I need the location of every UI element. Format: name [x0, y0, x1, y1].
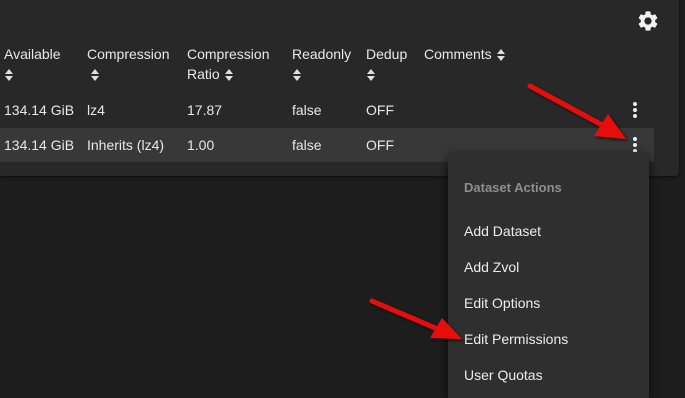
- cell-dedup: OFF: [366, 102, 394, 118]
- cell-compression: lz4: [87, 102, 105, 118]
- table-row[interactable]: 134.14 GiB lz4 17.87 false OFF: [0, 93, 654, 127]
- sort-icon[interactable]: [224, 68, 234, 82]
- sort-icon[interactable]: [4, 68, 14, 82]
- cell-readonly: false: [292, 102, 322, 118]
- column-header-readonly[interactable]: Readonly: [292, 44, 351, 84]
- column-header-label: Compression: [187, 46, 270, 62]
- cell-readonly: false: [292, 137, 322, 153]
- menu-item-label: User Quotas: [464, 367, 543, 383]
- menu-item-user-quotas[interactable]: User Quotas: [448, 357, 649, 393]
- menu-title: Dataset Actions: [464, 180, 562, 195]
- column-header-label: Comments: [424, 46, 492, 62]
- dataset-actions-menu: Dataset Actions Add Dataset Add Zvol Edi…: [448, 152, 649, 398]
- menu-item-edit-permissions[interactable]: Edit Permissions: [448, 321, 649, 357]
- cell-compression-ratio: 1.00: [187, 137, 215, 153]
- cell-compression: Inherits (lz4): [87, 137, 165, 153]
- column-header-label: Dedup: [366, 46, 408, 62]
- table-header: Available Compression Compression Ratio …: [0, 44, 679, 88]
- menu-item-label: Edit Options: [464, 295, 541, 311]
- column-header-compression-ratio[interactable]: Compression Ratio: [187, 44, 269, 84]
- column-header-label: Readonly: [292, 46, 352, 62]
- cell-dedup: OFF: [366, 137, 394, 153]
- column-header-label: Compression: [87, 46, 170, 62]
- menu-item-edit-options[interactable]: Edit Options: [448, 285, 649, 321]
- menu-item-label: Add Zvol: [464, 259, 520, 275]
- datasets-table-card: Available Compression Compression Ratio …: [0, 0, 679, 176]
- column-header-available[interactable]: Available: [4, 44, 61, 84]
- cell-compression-ratio: 17.87: [187, 102, 223, 118]
- column-header-compression[interactable]: Compression: [87, 44, 169, 84]
- column-header-label: Available: [4, 46, 61, 62]
- sort-icon[interactable]: [90, 68, 100, 82]
- gear-icon[interactable]: [636, 9, 660, 33]
- sort-icon[interactable]: [496, 48, 506, 62]
- cell-available: 134.14 GiB: [4, 137, 75, 153]
- sort-icon[interactable]: [292, 68, 302, 82]
- menu-item-label: Edit Permissions: [464, 331, 569, 347]
- column-header-dedup[interactable]: Dedup: [366, 44, 407, 84]
- menu-item-add-dataset[interactable]: Add Dataset: [448, 213, 649, 249]
- sort-icon[interactable]: [366, 68, 376, 82]
- column-header-label-line2: Ratio: [187, 66, 220, 82]
- page: Available Compression Compression Ratio …: [0, 0, 685, 398]
- menu-item-label: Add Dataset: [464, 223, 542, 239]
- menu-item-add-zvol[interactable]: Add Zvol: [448, 249, 649, 285]
- more-vertical-icon[interactable]: [628, 100, 642, 120]
- column-header-comments[interactable]: Comments: [424, 44, 506, 64]
- cell-available: 134.14 GiB: [4, 102, 75, 118]
